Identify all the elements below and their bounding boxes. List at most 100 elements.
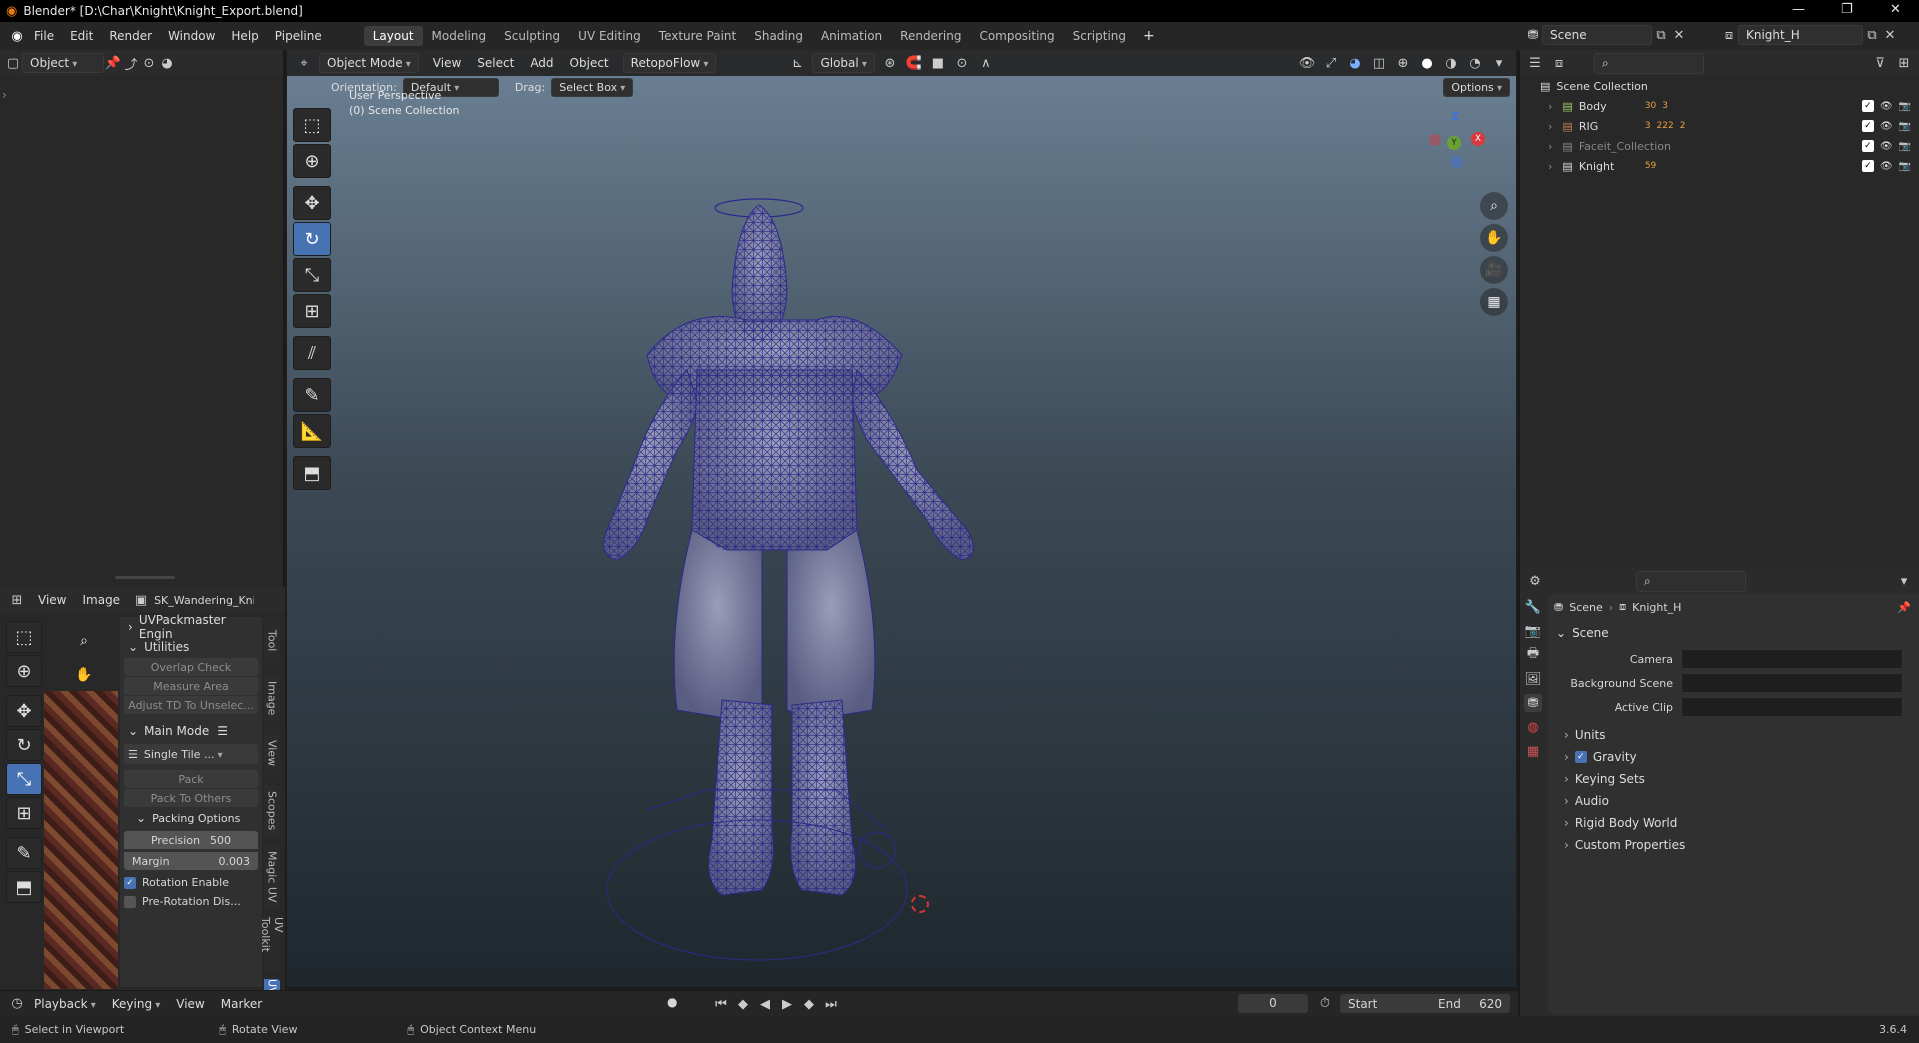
outliner-editor-type-icon[interactable]: ☰ bbox=[1526, 54, 1544, 72]
viewport-menu-view[interactable]: View bbox=[425, 56, 469, 70]
field-input[interactable] bbox=[1681, 673, 1903, 693]
maximize-button[interactable]: ❐ bbox=[1841, 2, 1853, 17]
prev-keyframe-icon[interactable]: ◆ bbox=[734, 995, 752, 1013]
viewport-menu-object[interactable]: Object bbox=[562, 56, 617, 70]
gizmo-y[interactable]: Y bbox=[1447, 136, 1461, 150]
section-audio[interactable]: › Audio bbox=[1548, 790, 1919, 812]
camera-view-icon[interactable]: 🎥 bbox=[1480, 256, 1508, 284]
expand-arrow-icon[interactable]: › bbox=[1548, 120, 1552, 133]
uv-select-tool[interactable]: ⬚ bbox=[6, 621, 42, 653]
play-icon[interactable]: ▶ bbox=[778, 995, 796, 1013]
gizmo-toggle-icon[interactable]: ⤢ bbox=[1322, 54, 1340, 72]
viewport-editor-type-icon[interactable]: ⌖ bbox=[295, 54, 313, 72]
list-icon[interactable]: ☰ bbox=[217, 724, 228, 738]
falloff-icon[interactable]: ∧ bbox=[977, 54, 995, 72]
outliner-badge[interactable]: 3 bbox=[1662, 101, 1668, 111]
outliner-item-faceit_collection[interactable]: › ▤ Faceit_Collection ✓ 👁 📷 bbox=[1520, 136, 1919, 156]
pre-rotation-checkbox[interactable]: Pre-Rotation Dis... bbox=[124, 895, 258, 908]
expand-arrow-icon[interactable]: › bbox=[1548, 160, 1552, 173]
delete-scene-icon[interactable]: ✕ bbox=[1670, 26, 1688, 44]
uv-scale-tool[interactable]: ⤡ bbox=[6, 763, 42, 795]
solid-shading-icon[interactable]: ● bbox=[1418, 54, 1436, 72]
material-shading-icon[interactable]: ◑ bbox=[1442, 54, 1460, 72]
main-mode-panel-header[interactable]: ⌄ Main Mode ☰ bbox=[120, 721, 262, 741]
annotate-line-tool[interactable]: ⫽ bbox=[293, 336, 331, 370]
proportional-edit-icon[interactable]: ⊙ bbox=[953, 54, 971, 72]
outliner-item-body[interactable]: › ▤ Body 30 3 ✓ 👁 📷 bbox=[1520, 96, 1919, 116]
expand-arrow-icon[interactable]: › bbox=[1564, 772, 1569, 786]
timeline-editor-type-icon[interactable]: ◷ bbox=[8, 995, 26, 1013]
add-cube-tool[interactable]: ⬒ bbox=[293, 456, 331, 490]
new-view-layer-icon[interactable]: ⧉ bbox=[1863, 26, 1881, 44]
snap-target-icon[interactable]: ■ bbox=[929, 54, 947, 72]
outliner-badge[interactable]: 3 bbox=[1645, 121, 1651, 131]
expand-arrow-icon[interactable]: › bbox=[1548, 140, 1552, 153]
expand-arrow-icon[interactable]: › bbox=[2, 88, 7, 102]
outliner-search-input[interactable]: ⌕ bbox=[1594, 52, 1704, 74]
render-camera-icon[interactable]: 📷 bbox=[1899, 141, 1911, 152]
side-tab-image[interactable]: Image bbox=[264, 675, 280, 721]
exclude-checkbox[interactable]: ✓ bbox=[1861, 140, 1874, 152]
timeline-menu-playback[interactable]: Playback bbox=[26, 997, 104, 1011]
margin-field[interactable]: Margin 0.003 bbox=[124, 852, 258, 870]
timeline-menu-view[interactable]: View bbox=[168, 997, 212, 1011]
record-icon[interactable]: ● bbox=[667, 995, 677, 1009]
menu-window[interactable]: Window bbox=[160, 29, 223, 43]
uv-rotate-tool[interactable]: ↻ bbox=[6, 729, 42, 761]
outliner-badge[interactable]: 2 bbox=[1680, 121, 1686, 131]
render-camera-icon[interactable]: 📷 bbox=[1899, 101, 1911, 112]
outliner-item-knight[interactable]: › ▤ Knight 59 ✓ 👁 📷 bbox=[1520, 156, 1919, 176]
view-layer-tab-icon[interactable]: 🖼 bbox=[1524, 670, 1542, 688]
ortho-grid-icon[interactable]: ▦ bbox=[1480, 288, 1508, 316]
resize-handle[interactable] bbox=[115, 576, 175, 579]
properties-search-input[interactable]: ⌕ bbox=[1636, 570, 1746, 592]
gravity-checkbox[interactable]: ✓ bbox=[1574, 751, 1587, 763]
exclude-checkbox[interactable]: ✓ bbox=[1861, 120, 1874, 132]
output-tab-icon[interactable]: 🖶 bbox=[1524, 646, 1542, 664]
tab-compositing[interactable]: Compositing bbox=[970, 26, 1063, 46]
pivot-icon[interactable]: ⊛ bbox=[881, 54, 899, 72]
section-keying-sets[interactable]: › Keying Sets bbox=[1548, 768, 1919, 790]
filter-icon[interactable]: ⊽ bbox=[1871, 54, 1889, 72]
uv-move-tool[interactable]: ✥ bbox=[6, 695, 42, 727]
render-camera-icon[interactable]: 📷 bbox=[1899, 121, 1911, 132]
measure-tool[interactable]: 📐 bbox=[293, 414, 331, 448]
field-input[interactable] bbox=[1681, 649, 1903, 669]
properties-editor-type-icon[interactable]: ⚙ bbox=[1526, 572, 1544, 590]
render-tab-icon[interactable]: 📷 bbox=[1524, 622, 1542, 640]
annotate-tool[interactable]: ✎ bbox=[293, 378, 331, 412]
expand-arrow-icon[interactable]: › bbox=[1564, 838, 1569, 852]
section-gravity[interactable]: › ✓ Gravity bbox=[1548, 746, 1919, 768]
options-dropdown[interactable]: Options bbox=[1443, 77, 1510, 97]
menu-edit[interactable]: Edit bbox=[62, 29, 101, 43]
3d-viewport[interactable]: ⌖ Object Mode ViewSelectAddObject Retopo… bbox=[287, 50, 1516, 987]
rendered-shading-icon[interactable]: ◔ bbox=[1466, 54, 1484, 72]
end-frame-field[interactable]: End 620 bbox=[1430, 994, 1510, 1013]
tab-rendering[interactable]: Rendering bbox=[891, 26, 970, 46]
visibility-icon[interactable]: 👁 bbox=[1298, 54, 1316, 72]
display-mode-icon[interactable]: ⧈ bbox=[1550, 54, 1568, 72]
minimize-button[interactable]: — bbox=[1792, 2, 1805, 17]
field-input[interactable] bbox=[1681, 697, 1903, 717]
expand-arrow-icon[interactable]: › bbox=[1564, 816, 1569, 830]
image-browse-icon[interactable]: ▣ bbox=[132, 591, 150, 609]
timeline-menu-keying[interactable]: Keying bbox=[104, 997, 169, 1011]
visibility-eye-icon[interactable]: 👁 bbox=[1880, 141, 1893, 152]
gizmo-x[interactable]: X bbox=[1471, 132, 1485, 146]
current-frame-field[interactable]: 0 bbox=[1238, 994, 1308, 1013]
wireframe-shading-icon[interactable]: ⊕ bbox=[1394, 54, 1412, 72]
move-tool[interactable]: ✥ bbox=[293, 186, 331, 220]
retopoflow-menu[interactable]: RetopoFlow bbox=[622, 53, 717, 73]
uv-menu-image[interactable]: Image bbox=[74, 593, 128, 607]
preview-range-icon[interactable]: ⏱ bbox=[1316, 994, 1334, 1012]
uv-pan-hand-icon[interactable]: ✋ bbox=[70, 661, 98, 689]
render-camera-icon[interactable]: 📷 bbox=[1899, 161, 1911, 172]
pack-to-others-button[interactable]: Pack To Others bbox=[124, 789, 258, 807]
uv-rip-tool[interactable]: ⬒ bbox=[6, 871, 42, 903]
gizmo-z[interactable]: Z bbox=[1451, 110, 1459, 123]
pin-icon[interactable]: 📌 bbox=[104, 54, 122, 72]
delete-view-layer-icon[interactable]: ✕ bbox=[1881, 26, 1899, 44]
select-box-tool[interactable]: ⬚ bbox=[293, 108, 331, 142]
utility-button-2[interactable]: Adjust TD To Unselec... bbox=[124, 696, 258, 714]
add-workspace-button[interactable]: + bbox=[1135, 28, 1163, 44]
